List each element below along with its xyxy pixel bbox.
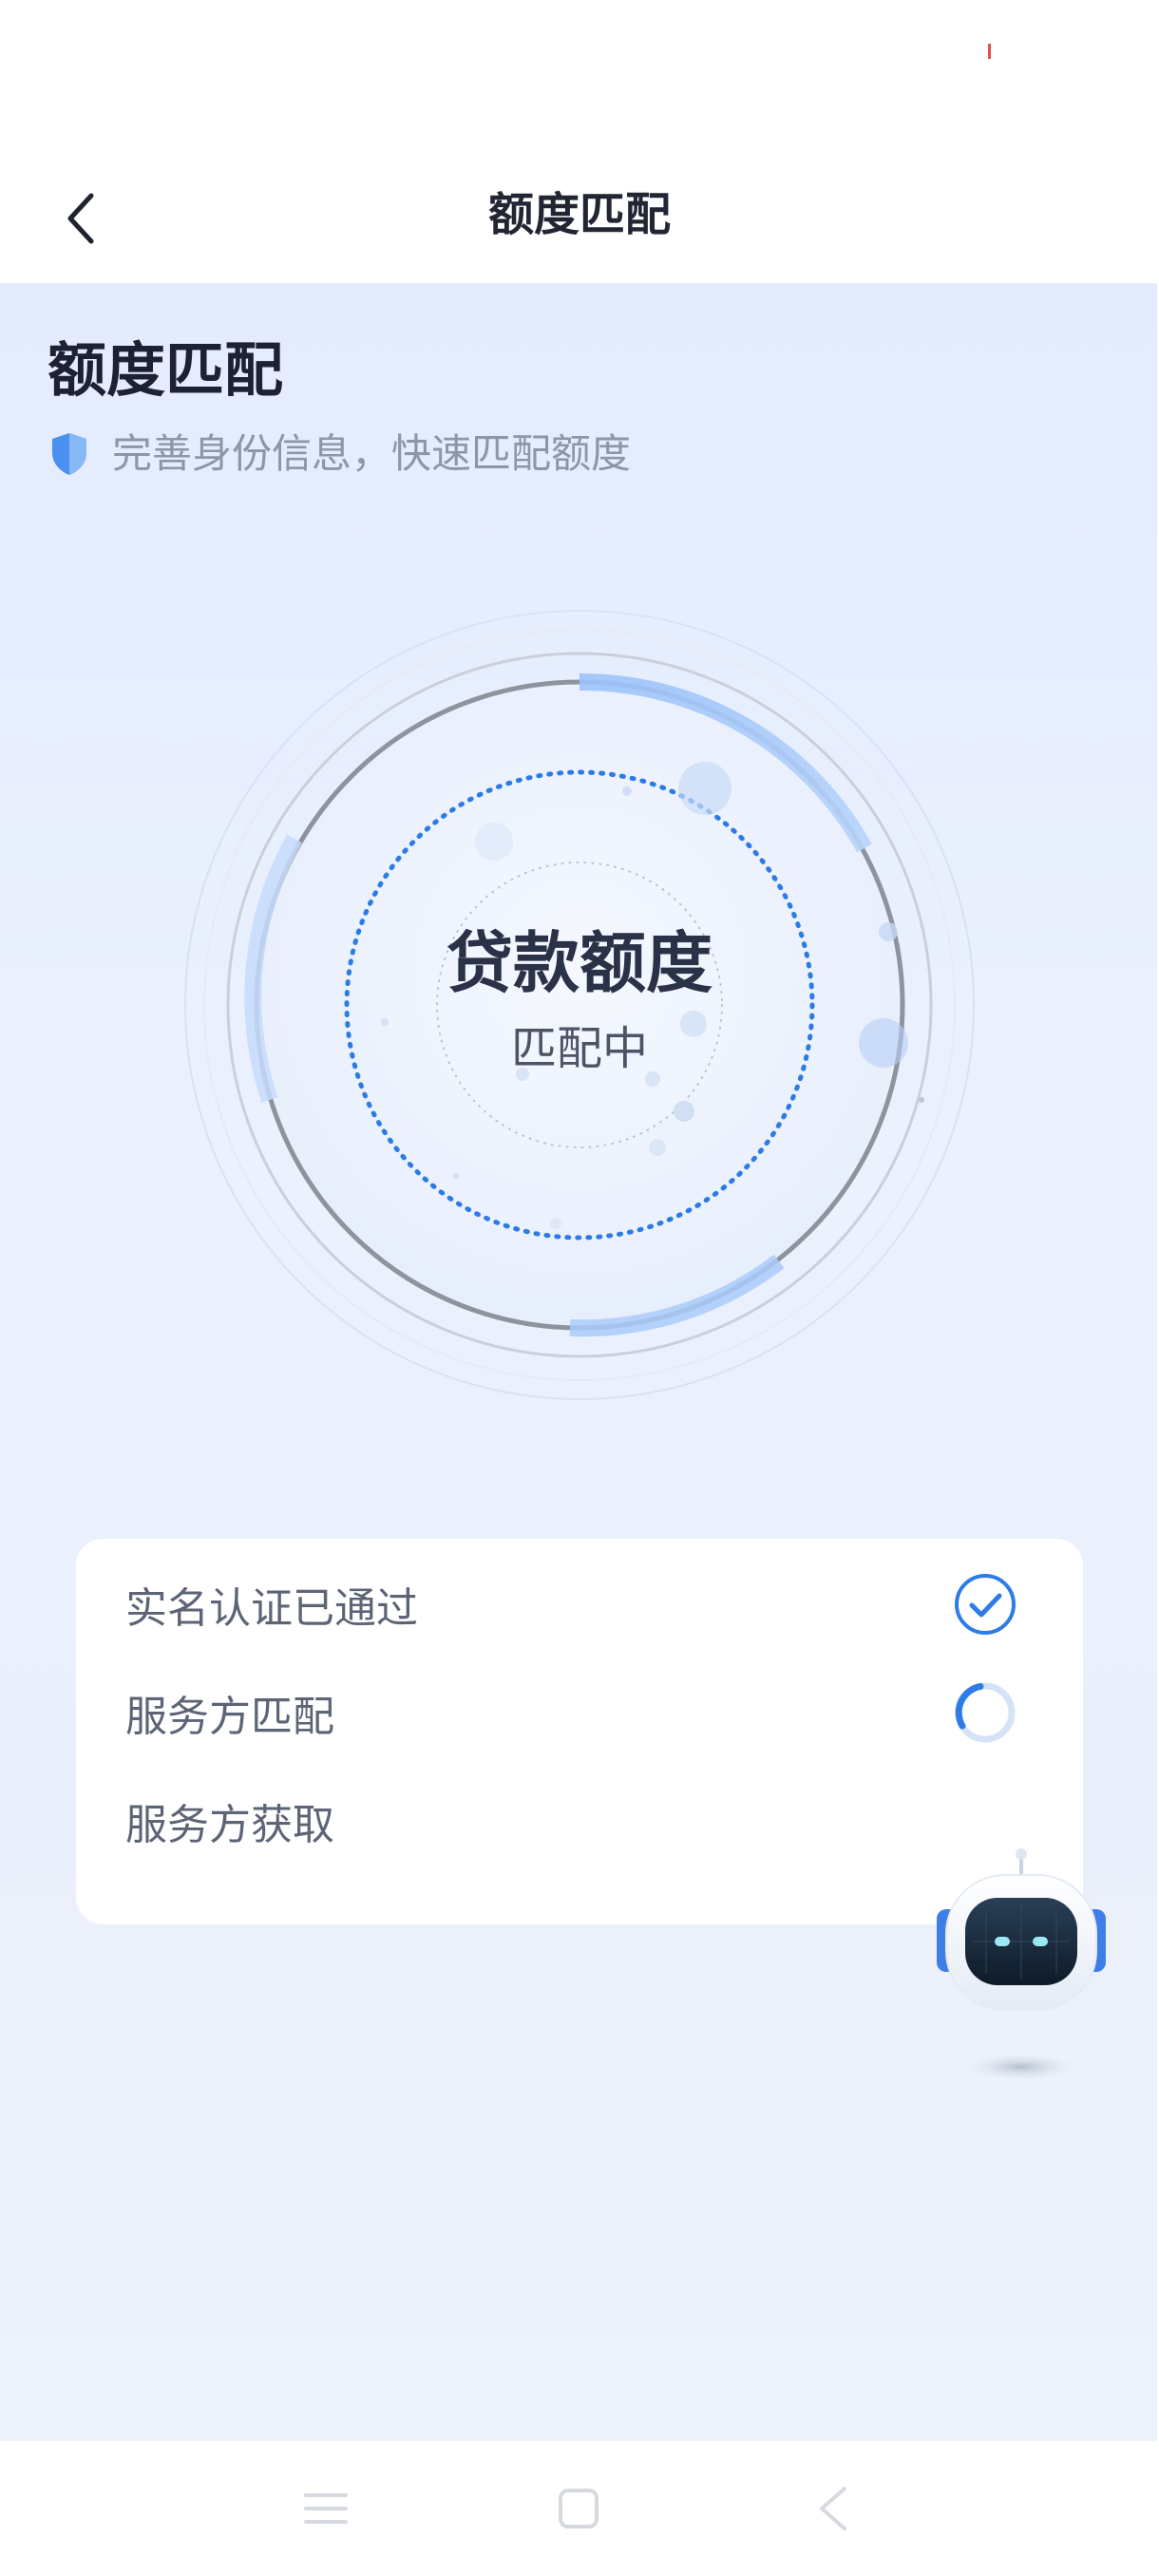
shield-icon (52, 433, 86, 475)
page-title: 额度匹配 (48, 335, 284, 405)
home-icon (559, 2489, 598, 2529)
status-indicator (988, 44, 991, 59)
subtitle-text: 完善身份信息，快速匹配额度 (112, 430, 632, 477)
system-back-button[interactable] (800, 2475, 866, 2542)
matching-radar: 贷款额度 匹配中 (180, 606, 978, 1404)
system-navigation-bar (0, 2441, 1159, 2576)
assistant-robot[interactable] (931, 1841, 1121, 2088)
page-subtitle: 完善身份信息，快速匹配额度 (49, 426, 631, 483)
menu-button[interactable] (293, 2475, 359, 2542)
radar-center: 贷款额度 匹配中 (180, 606, 978, 1404)
main-content: 额度匹配 完善身份信息，快速匹配额度 贷款额度 匹配中 实名认证已通过 服务方匹… (0, 283, 1159, 2441)
back-icon (820, 2487, 846, 2530)
loan-limit-title: 贷款额度 (446, 924, 712, 1002)
step-label: 实名认证已通过 (125, 1584, 418, 1633)
check-circle-icon (955, 1574, 1016, 1635)
matching-status: 匹配中 (510, 1022, 648, 1075)
menu-icon (304, 2493, 348, 2524)
page-header-title: 额度匹配 (487, 188, 671, 241)
step-provider-matching: 服务方匹配 (125, 1670, 1018, 1755)
home-button[interactable] (545, 2475, 612, 2542)
navigation-bar: 额度匹配 (0, 152, 1159, 283)
status-bar (0, 0, 1159, 152)
step-identity-verified: 实名认证已通过 (125, 1562, 1018, 1647)
robot-icon (937, 1848, 1106, 2080)
step-label: 服务方获取 (125, 1801, 334, 1849)
step-provider-retrieval: 服务方获取 (125, 1778, 1018, 1864)
spinner-icon (955, 1682, 1016, 1743)
step-label: 服务方匹配 (125, 1693, 334, 1741)
